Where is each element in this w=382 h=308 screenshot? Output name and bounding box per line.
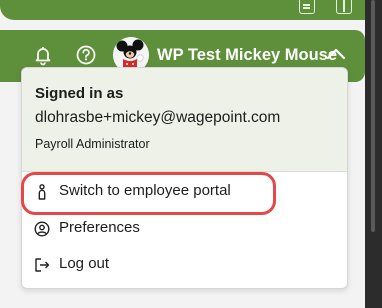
- user-circle-icon: [34, 221, 50, 237]
- chevron-up-icon[interactable]: [325, 46, 347, 62]
- sidebar-toggle-icon[interactable]: [336, 0, 352, 14]
- signed-in-info: Signed in as dlohrasbe+mickey@wagepoint.…: [22, 68, 347, 172]
- top-toolbar-strip: [0, 0, 365, 20]
- menu-item-label: Preferences: [59, 219, 140, 236]
- logout-icon: [34, 257, 50, 273]
- highlight-annotation: [21, 172, 276, 215]
- user-role: Payroll Administrator: [35, 137, 150, 151]
- user-name[interactable]: WP Test Mickey Mouse: [157, 43, 337, 67]
- preferences-item[interactable]: Preferences: [22, 213, 347, 245]
- notes-icon[interactable]: [299, 0, 315, 14]
- bell-icon[interactable]: [32, 44, 54, 66]
- scrollbar[interactable]: [371, 0, 375, 232]
- user-email: dlohrasbe+mickey@wagepoint.com: [35, 109, 281, 126]
- signed-in-label: Signed in as: [35, 85, 124, 102]
- menu-item-label: Log out: [59, 255, 110, 272]
- help-icon[interactable]: [75, 44, 97, 66]
- log-out-item[interactable]: Log out: [22, 249, 347, 281]
- screen: WP Test Mickey Mouse Signed in as dlohra…: [0, 0, 382, 308]
